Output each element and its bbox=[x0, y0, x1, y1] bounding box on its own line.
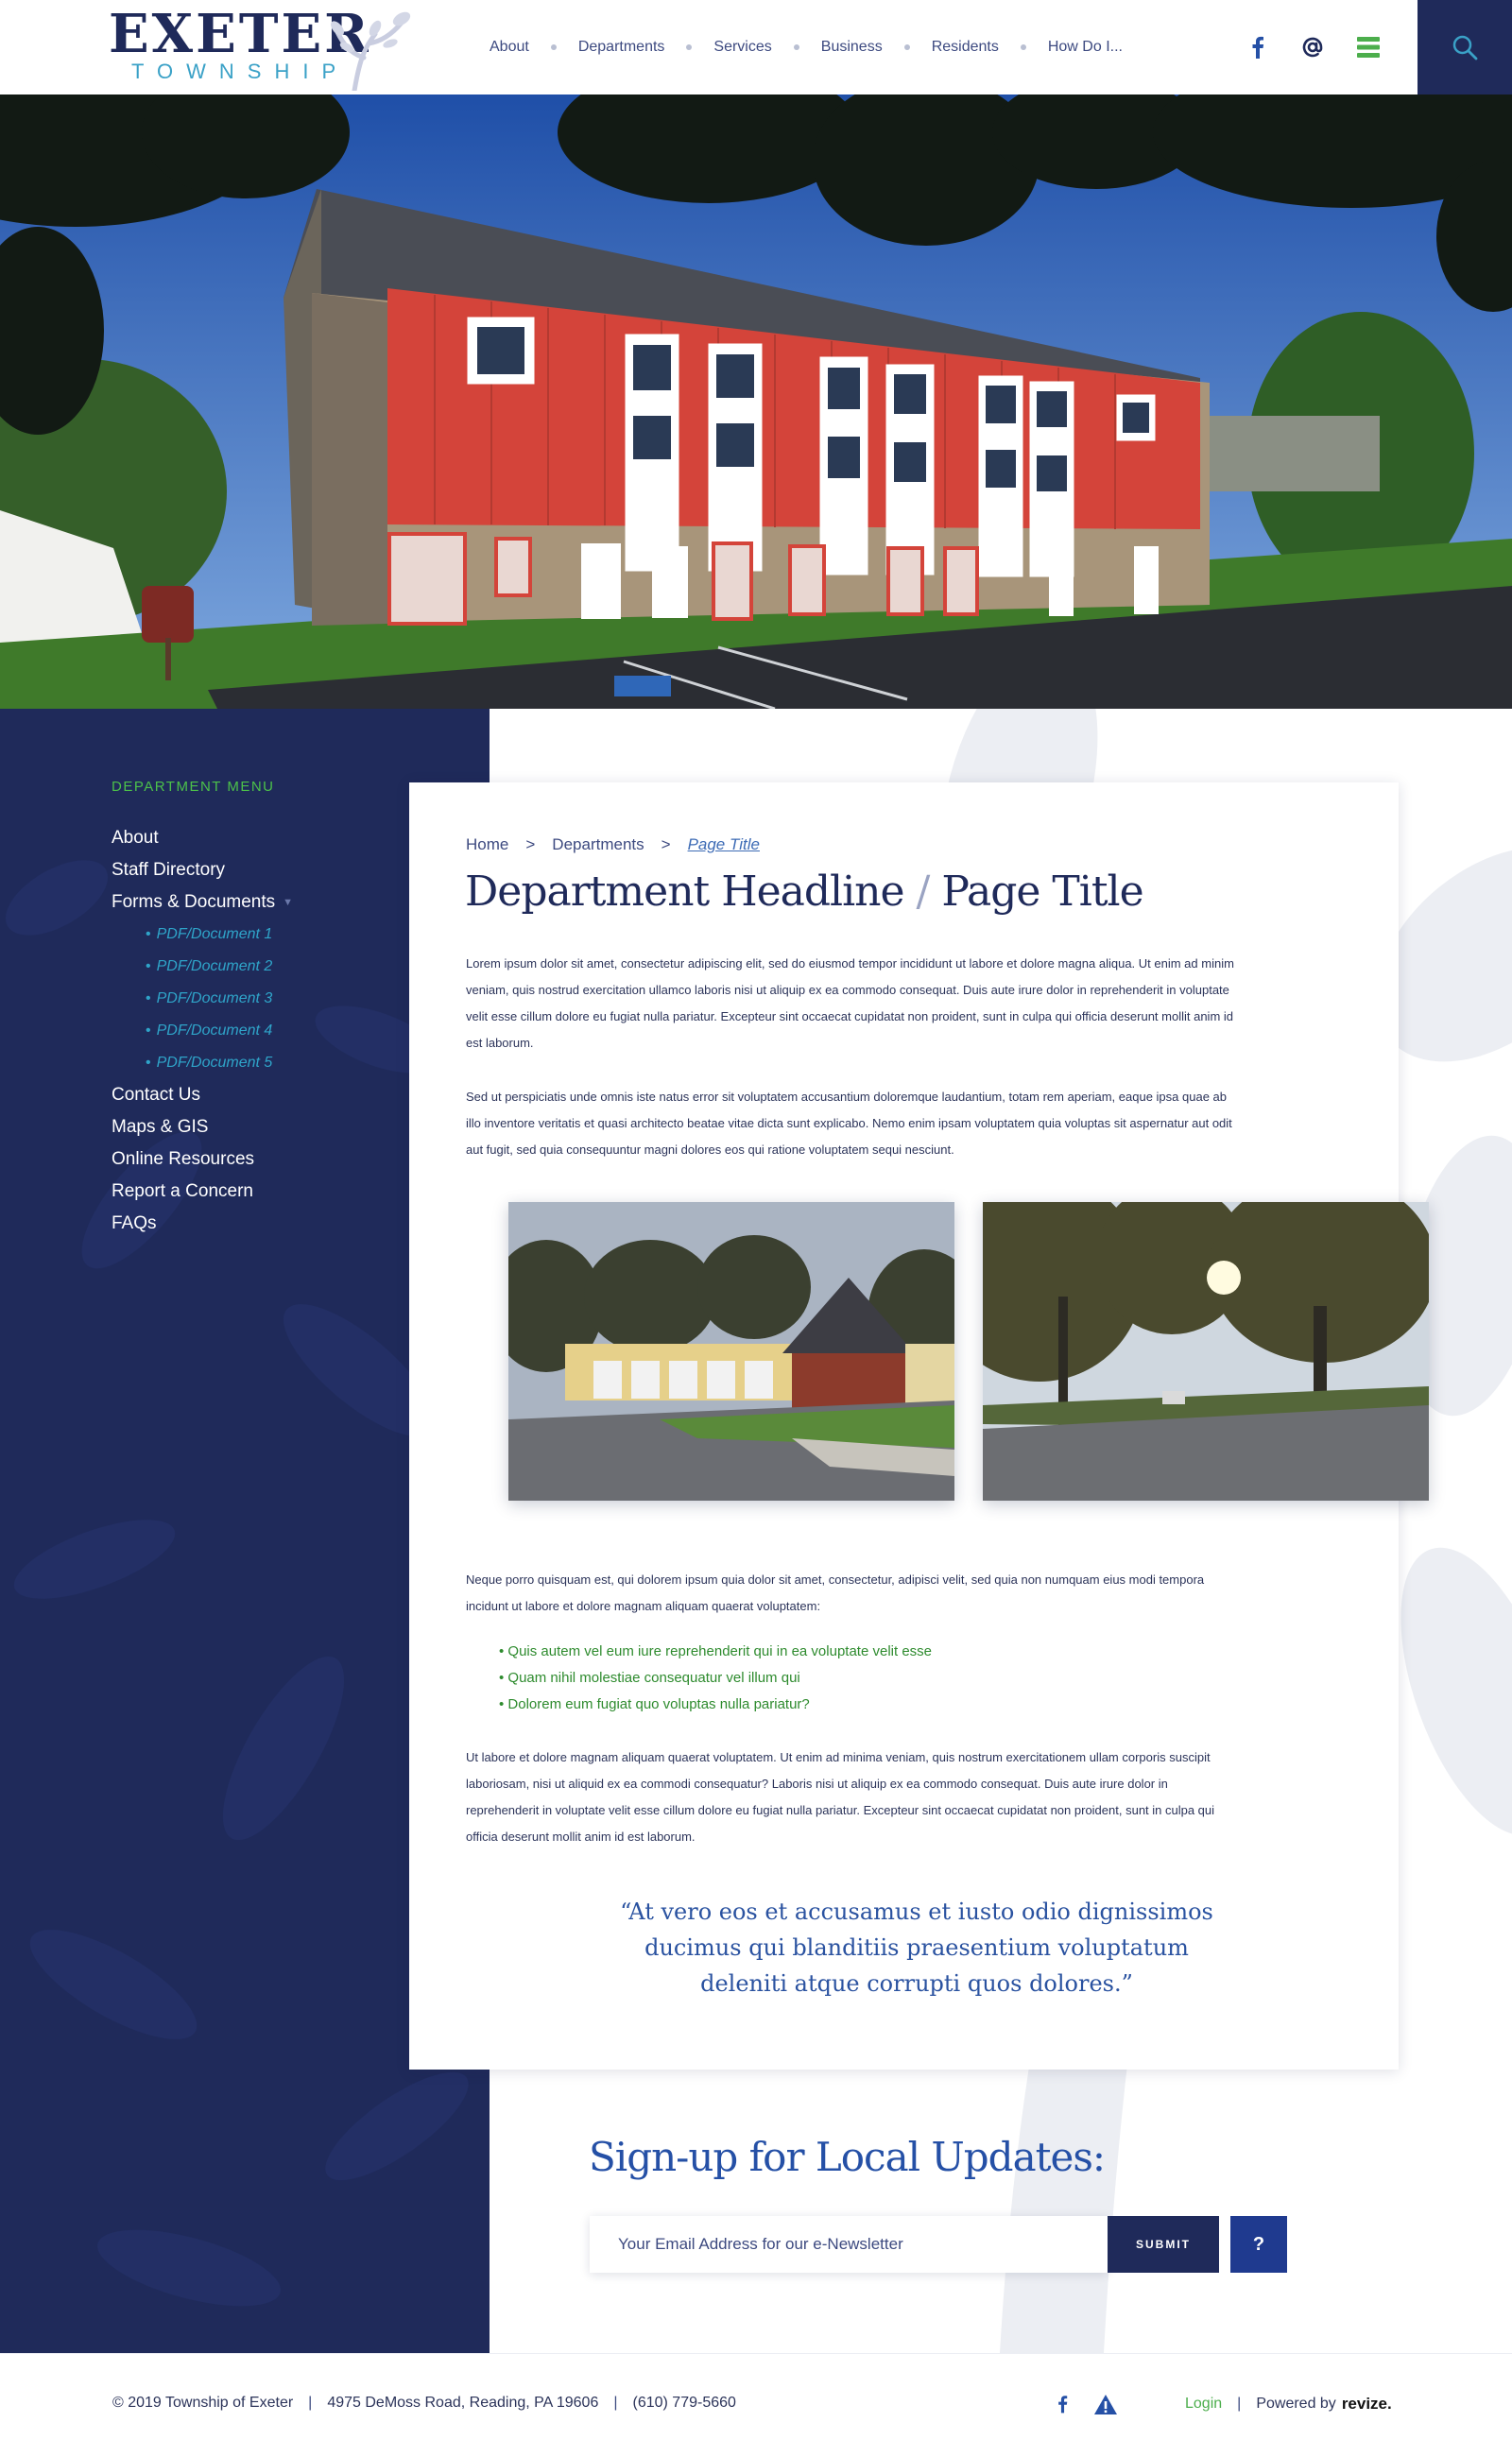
list-item: • Quam nihil molestiae consequatur vel i… bbox=[499, 1670, 800, 1686]
department-menu: About Staff Directory Forms & Documents ▼… bbox=[112, 822, 452, 1240]
sidebar-subitem-label: PDF/Document 2 bbox=[156, 958, 273, 974]
footer-divider: | bbox=[613, 2395, 618, 2411]
warning-triangle-icon bbox=[1094, 2394, 1117, 2414]
menu-button[interactable] bbox=[1351, 30, 1385, 64]
bullet-icon: • bbox=[146, 1022, 151, 1039]
nav-services[interactable]: Services bbox=[713, 39, 771, 56]
sidebar-item-forms-documents[interactable]: Forms & Documents ▼ bbox=[112, 886, 452, 919]
bullet-icon: • bbox=[146, 1055, 151, 1071]
help-button[interactable]: ? bbox=[1230, 2216, 1287, 2273]
bullet-icon: • bbox=[146, 990, 151, 1006]
nav-separator bbox=[1020, 44, 1026, 50]
bullet-icon: • bbox=[146, 958, 151, 974]
fire-station-image bbox=[508, 1202, 954, 1501]
breadcrumb-separator: > bbox=[661, 835, 671, 853]
nav-about[interactable]: About bbox=[490, 39, 529, 56]
main-nav: About Departments Services Business Resi… bbox=[490, 34, 1123, 60]
sidebar-item-about[interactable]: About bbox=[112, 822, 452, 854]
breadcrumb-separator: > bbox=[525, 835, 536, 853]
barn-photo bbox=[0, 94, 1512, 709]
nav-residents[interactable]: Residents bbox=[932, 39, 999, 56]
login-link[interactable]: Login bbox=[1185, 2396, 1222, 2413]
footer-divider: | bbox=[308, 2395, 313, 2411]
sidebar-item-faqs[interactable]: FAQs bbox=[112, 1208, 452, 1240]
nav-how-do-i[interactable]: How Do I... bbox=[1048, 39, 1123, 56]
facebook-icon bbox=[1252, 36, 1264, 59]
sidebar-subitem-label: PDF/Document 5 bbox=[156, 1055, 273, 1071]
site-header: EXETER TOWNSHIP About Departments Servic… bbox=[0, 0, 1512, 94]
list-item-text: Quis autem vel eum iure reprehenderit qu… bbox=[507, 1643, 933, 1659]
chevron-down-icon: ▼ bbox=[283, 897, 294, 908]
nav-separator bbox=[686, 44, 693, 50]
revize-logo[interactable]: revize. bbox=[1342, 2395, 1392, 2414]
nav-separator bbox=[903, 44, 910, 50]
fire-station-photo bbox=[508, 1202, 954, 1501]
breadcrumb-current[interactable]: Page Title bbox=[688, 835, 760, 854]
sidebar-subitem-label: PDF/Document 1 bbox=[156, 926, 273, 942]
hamburger-menu-icon bbox=[1357, 37, 1380, 58]
breadcrumb: Home > Departments > Page Title bbox=[466, 835, 760, 854]
sidebar-item-online-resources[interactable]: Online Resources bbox=[112, 1143, 452, 1176]
body-paragraph-2: Sed ut perspiciatis unde omnis iste natu… bbox=[466, 1090, 1232, 1157]
hero-image bbox=[0, 94, 1512, 709]
sidebar-subitem-label: PDF/Document 3 bbox=[156, 990, 273, 1006]
list-item-text: Quam nihil molestiae consequatur vel ill… bbox=[507, 1670, 800, 1686]
street-image bbox=[983, 1202, 1429, 1501]
sidebar-subitem-document-2[interactable]: • PDF/Document 2 bbox=[112, 951, 452, 983]
footer-alert-link[interactable] bbox=[1092, 2391, 1119, 2417]
sidebar-subitem-document-3[interactable]: • PDF/Document 3 bbox=[112, 983, 452, 1015]
email-link[interactable] bbox=[1297, 30, 1329, 64]
nav-business[interactable]: Business bbox=[821, 39, 883, 56]
sidebar-subitem-document-1[interactable]: • PDF/Document 1 bbox=[112, 919, 452, 951]
powered-by-label: Powered by bbox=[1256, 2396, 1336, 2412]
sidebar-item-label: Forms & Documents bbox=[112, 892, 276, 913]
sidebar-item-staff-directory[interactable]: Staff Directory bbox=[112, 854, 452, 886]
pull-quote: “At vero eos et accusamus et iusto odio … bbox=[620, 1899, 1213, 1997]
body-paragraph-3: Neque porro quisquam est, qui dolorem ip… bbox=[466, 1572, 1205, 1613]
bullet-list: • Quis autem vel eum iure reprehenderit … bbox=[499, 1639, 1217, 1718]
footer-address: 4975 DeMoss Road, Reading, PA 19606 bbox=[327, 2395, 599, 2411]
sidebar-title: DEPARTMENT MENU bbox=[112, 779, 275, 795]
page-title-slash: / bbox=[916, 868, 931, 916]
footer-copyright: © 2019 Township of Exeter bbox=[112, 2395, 294, 2411]
page-title-end: Page Title bbox=[941, 868, 1143, 916]
nav-separator bbox=[550, 44, 557, 50]
search-icon bbox=[1452, 35, 1478, 60]
site-logo[interactable]: EXETER TOWNSHIP bbox=[109, 6, 411, 91]
list-item: • Dolorem eum fugiat quo voluptas nulla … bbox=[499, 1696, 810, 1712]
body-paragraph-4: Ut labore et dolore magnam aliquam quaer… bbox=[466, 1750, 1215, 1844]
nav-separator bbox=[793, 44, 799, 50]
body-paragraph-1: Lorem ipsum dolor sit amet, consectetur … bbox=[466, 956, 1234, 1050]
sidebar-item-contact-us[interactable]: Contact Us bbox=[112, 1079, 452, 1111]
sidebar-item-maps-gis[interactable]: Maps & GIS bbox=[112, 1111, 452, 1143]
nav-departments[interactable]: Departments bbox=[578, 39, 665, 56]
submit-button[interactable]: SUBMIT bbox=[1108, 2216, 1219, 2273]
sidebar-subitem-document-5[interactable]: • PDF/Document 5 bbox=[112, 1047, 452, 1079]
footer-phone[interactable]: (610) 779-5660 bbox=[633, 2395, 736, 2412]
facebook-icon bbox=[1057, 2396, 1067, 2414]
page-title: Department Headline / Page Title bbox=[465, 868, 1144, 916]
list-item: • Quis autem vel eum iure reprehenderit … bbox=[499, 1643, 933, 1659]
bullet-icon: • bbox=[146, 926, 151, 942]
at-sign-icon bbox=[1302, 37, 1323, 58]
footer-facebook-link[interactable] bbox=[1053, 2391, 1072, 2417]
breadcrumb-home[interactable]: Home bbox=[466, 835, 508, 854]
street-photo bbox=[983, 1202, 1429, 1501]
tree-logo-icon bbox=[331, 11, 411, 91]
footer-divider: | bbox=[1237, 2396, 1242, 2412]
footer-info: © 2019 Township of Exeter | 4975 DeMoss … bbox=[112, 2395, 736, 2412]
signup-title: Sign-up for Local Updates: bbox=[589, 2134, 1106, 2180]
email-field[interactable]: Your Email Address for our e-Newsletter bbox=[590, 2216, 1108, 2273]
sidebar-item-report-concern[interactable]: Report a Concern bbox=[112, 1176, 452, 1208]
breadcrumb-departments[interactable]: Departments bbox=[552, 835, 644, 854]
search-button[interactable] bbox=[1418, 0, 1512, 94]
sidebar-subitem-document-4[interactable]: • PDF/Document 4 bbox=[112, 1015, 452, 1047]
page-title-main: Department Headline bbox=[465, 868, 905, 916]
facebook-link[interactable] bbox=[1244, 30, 1272, 64]
sidebar-subitem-label: PDF/Document 4 bbox=[156, 1022, 273, 1039]
list-item-text: Dolorem eum fugiat quo voluptas nulla pa… bbox=[507, 1696, 810, 1712]
footer-links: Login | Powered by revize. bbox=[1185, 2395, 1392, 2414]
